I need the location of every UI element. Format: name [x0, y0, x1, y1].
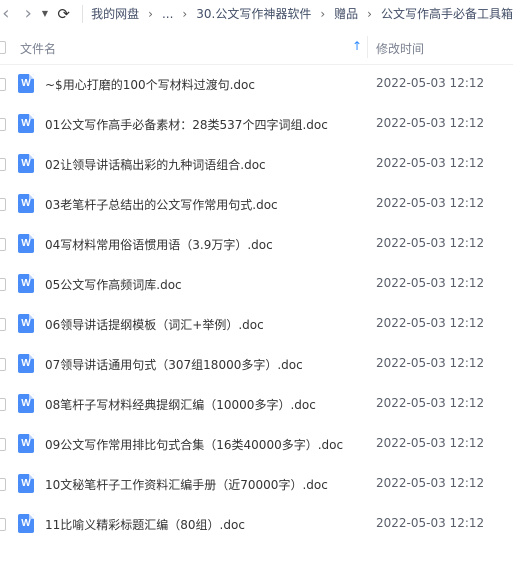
file-name[interactable]: 04写材料常用俗语惯用语（3.9万字）.doc: [45, 236, 273, 253]
column-header-name[interactable]: 文件名: [20, 40, 56, 57]
sort-ascending-icon[interactable]: ↑: [352, 39, 362, 53]
breadcrumb-item[interactable]: 30.公文写作神器软件: [196, 5, 311, 22]
file-row[interactable]: W 01公文写作高手必备素材：28类537个四字词组.doc 2022-05-0…: [0, 104, 513, 144]
file-modified-time: 2022-05-03 12:12: [376, 236, 485, 250]
file-name[interactable]: 03老笔杆子总结出的公文写作常用句式.doc: [45, 196, 278, 213]
breadcrumb-separator: ›: [367, 6, 372, 21]
row-checkbox[interactable]: [0, 158, 6, 171]
file-row[interactable]: W 09公文写作常用排比句式合集（16类40000多字）.doc 2022-05…: [0, 424, 513, 464]
column-divider[interactable]: [367, 36, 368, 58]
row-checkbox[interactable]: [0, 78, 6, 91]
breadcrumb-item[interactable]: 赠品: [334, 5, 358, 22]
word-doc-icon: W: [18, 354, 34, 373]
refresh-icon[interactable]: ⟳: [57, 5, 70, 23]
file-modified-time: 2022-05-03 12:12: [376, 156, 485, 170]
file-row[interactable]: W 02让领导讲话稿出彩的九种词语组合.doc 2022-05-03 12:12: [0, 144, 513, 184]
toolbar: ‹ › ▼ ⟳ 我的网盘 › ... › 30.公文写作神器软件 › 赠品 › …: [0, 0, 513, 27]
word-doc-icon: W: [18, 194, 34, 213]
word-doc-icon: W: [18, 394, 34, 413]
file-row[interactable]: W 03老笔杆子总结出的公文写作常用句式.doc 2022-05-03 12:1…: [0, 184, 513, 224]
file-modified-time: 2022-05-03 12:12: [376, 516, 485, 530]
file-name[interactable]: 05公文写作高频词库.doc: [45, 276, 182, 293]
file-name[interactable]: 02让领导讲话稿出彩的九种词语组合.doc: [45, 156, 266, 173]
breadcrumb-separator: ›: [320, 6, 326, 21]
file-name[interactable]: 09公文写作常用排比句式合集（16类40000多字）.doc: [45, 436, 343, 453]
row-checkbox[interactable]: [0, 198, 6, 211]
file-row[interactable]: W 08笔杆子写材料经典提纲汇编（10000多字）.doc 2022-05-03…: [0, 384, 513, 424]
word-doc-icon: W: [18, 514, 34, 533]
word-doc-icon: W: [18, 274, 34, 293]
forward-icon[interactable]: ›: [22, 3, 35, 24]
file-row[interactable]: W 10文秘笔杆子工作资料汇编手册（近70000字）.doc 2022-05-0…: [0, 464, 513, 504]
breadcrumb-current[interactable]: 公文写作高手必备工具箱: [381, 5, 513, 22]
word-doc-icon: W: [18, 154, 34, 173]
file-modified-time: 2022-05-03 12:12: [376, 76, 485, 90]
breadcrumb-separator: ›: [148, 6, 153, 21]
file-name[interactable]: ~$用心打磨的100个写材料过渡句.doc: [45, 76, 255, 93]
file-list: W ~$用心打磨的100个写材料过渡句.doc 2022-05-03 12:12…: [0, 64, 513, 544]
row-checkbox[interactable]: [0, 318, 6, 331]
toolbar-divider: [82, 4, 84, 23]
row-checkbox[interactable]: [0, 478, 6, 491]
file-modified-time: 2022-05-03 12:12: [376, 436, 485, 450]
row-checkbox[interactable]: [0, 118, 6, 131]
breadcrumb-root[interactable]: 我的网盘: [91, 5, 139, 22]
row-checkbox[interactable]: [0, 398, 6, 411]
file-row[interactable]: W 07领导讲话通用句式（307组18000多字）.doc 2022-05-03…: [0, 344, 513, 384]
word-doc-icon: W: [18, 74, 34, 93]
row-checkbox[interactable]: [0, 358, 6, 371]
word-doc-icon: W: [18, 234, 34, 253]
file-name[interactable]: 07领导讲话通用句式（307组18000多字）.doc: [45, 356, 303, 373]
word-doc-icon: W: [18, 114, 34, 133]
breadcrumb-separator: ›: [182, 6, 188, 21]
file-list-header: 文件名 ↑ 修改时间: [0, 30, 513, 65]
back-icon[interactable]: ‹: [0, 3, 12, 24]
row-checkbox[interactable]: [0, 238, 6, 251]
file-name[interactable]: 08笔杆子写材料经典提纲汇编（10000多字）.doc: [45, 396, 316, 413]
word-doc-icon: W: [18, 314, 34, 333]
select-all-checkbox[interactable]: [0, 41, 6, 54]
file-row[interactable]: W 04写材料常用俗语惯用语（3.9万字）.doc 2022-05-03 12:…: [0, 224, 513, 264]
file-modified-time: 2022-05-03 12:12: [376, 276, 485, 290]
file-modified-time: 2022-05-03 12:12: [376, 196, 485, 210]
row-checkbox[interactable]: [0, 518, 6, 531]
file-row[interactable]: W 06领导讲话提纲模板（词汇+举例）.doc 2022-05-03 12:12: [0, 304, 513, 344]
row-checkbox[interactable]: [0, 438, 6, 451]
breadcrumb-ellipsis[interactable]: ...: [162, 7, 173, 21]
file-row[interactable]: W ~$用心打磨的100个写材料过渡句.doc 2022-05-03 12:12: [0, 64, 513, 104]
chevron-down-icon[interactable]: ▼: [41, 9, 49, 18]
file-name[interactable]: 01公文写作高手必备素材：28类537个四字词组.doc: [45, 116, 328, 133]
file-modified-time: 2022-05-03 12:12: [376, 316, 485, 330]
file-modified-time: 2022-05-03 12:12: [376, 476, 485, 490]
file-modified-time: 2022-05-03 12:12: [376, 396, 485, 410]
file-modified-time: 2022-05-03 12:12: [376, 356, 485, 370]
row-checkbox[interactable]: [0, 278, 6, 291]
file-modified-time: 2022-05-03 12:12: [376, 116, 485, 130]
file-name[interactable]: 10文秘笔杆子工作资料汇编手册（近70000字）.doc: [45, 476, 328, 493]
word-doc-icon: W: [18, 434, 34, 453]
column-header-modified[interactable]: 修改时间: [376, 40, 424, 57]
file-name[interactable]: 11比喻义精彩标题汇编（80组）.doc: [45, 516, 245, 533]
file-row[interactable]: W 11比喻义精彩标题汇编（80组）.doc 2022-05-03 12:12: [0, 504, 513, 544]
file-name[interactable]: 06领导讲话提纲模板（词汇+举例）.doc: [45, 316, 264, 333]
file-row[interactable]: W 05公文写作高频词库.doc 2022-05-03 12:12: [0, 264, 513, 304]
word-doc-icon: W: [18, 474, 34, 493]
